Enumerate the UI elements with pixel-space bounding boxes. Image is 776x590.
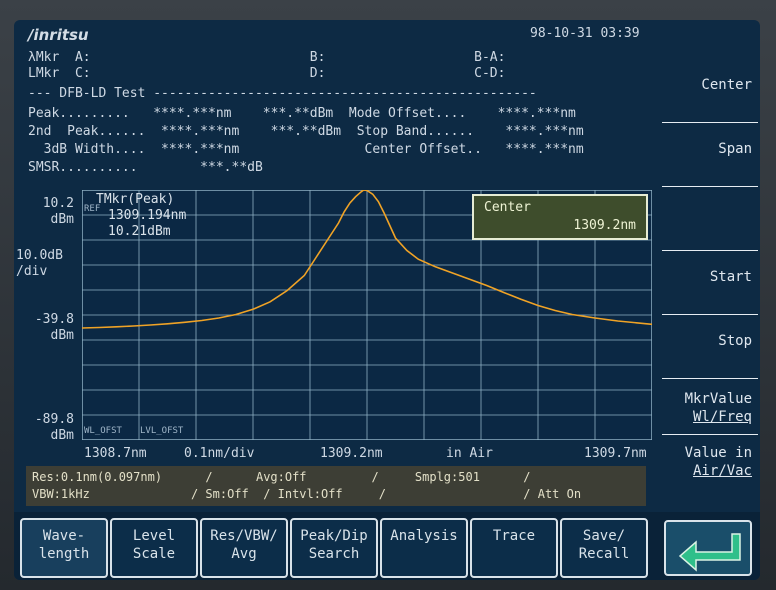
softkey-panel: Center Span Start Stop MkrValue Wl/Freq …	[658, 64, 760, 484]
tab-save-recall[interactable]: Save/Recall	[560, 518, 648, 578]
y-top-unit: dBm	[50, 212, 74, 227]
smsr-row: SMSR.......... ***.**dB	[28, 160, 263, 175]
y-mid-label: -39.8	[34, 312, 74, 327]
datetime: 98-10-31 03:39	[530, 26, 640, 41]
marker-wavelength: 1309.194nm	[108, 208, 187, 223]
softkey-center[interactable]: Center	[662, 64, 758, 123]
softkey-start[interactable]: Start	[662, 256, 758, 315]
tab-peak-dip-search[interactable]: Peak/Dip Search	[290, 518, 378, 578]
softkey-stop[interactable]: Stop	[662, 320, 758, 379]
tab-level-scale[interactable]: Level Scale	[110, 518, 198, 578]
status-line-1: Res:0.1nm(0.097nm) / Avg:Off / Smplg:501…	[32, 470, 531, 484]
softkey-value-in[interactable]: Value in Air/Vac	[662, 438, 758, 484]
y-top-label: 10.2	[42, 196, 74, 211]
width-row: 3dB Width.... ****.***nm Center Offset..…	[28, 142, 584, 157]
enter-button[interactable]	[664, 520, 752, 576]
function-tabs: Wave-length Level Scale Res/VBW/Avg Peak/…	[14, 512, 760, 580]
marker-level: 10.21dBm	[108, 224, 171, 239]
peak-row: Peak......... ****.***nm ***.**dBm Mode …	[28, 106, 576, 121]
tab-analysis[interactable]: Analysis	[380, 518, 468, 578]
x-center-label: 1309.2nm	[320, 446, 383, 461]
x-div-label: 0.1nm/div	[184, 446, 255, 461]
lvl-offset-label: LVL_OFST	[140, 426, 184, 436]
softkey-span[interactable]: Span	[662, 128, 758, 187]
y-mid-unit: dBm	[50, 328, 74, 343]
marker-readout: TMkr(Peak) 1309.194nm 10.21dBm	[96, 192, 186, 240]
return-arrow-icon	[678, 533, 741, 572]
x-medium-label: in Air	[446, 446, 493, 461]
tab-wavelength[interactable]: Wave-length	[20, 518, 108, 578]
analyzer-screen: /inritsu 98-10-31 03:39 λMkr A: B: B-A: …	[14, 20, 760, 580]
y-bottom-unit: dBm	[50, 428, 74, 443]
status-line-2: VBW:1kHz / Sm:Off / Intvl:Off / / Att On	[32, 487, 582, 501]
tab-res-vbw-avg[interactable]: Res/VBW/Avg	[200, 518, 288, 578]
center-box-title: Center	[484, 200, 531, 215]
marker-row-2: LMkr C: D: C-D:	[28, 66, 506, 81]
x-stop-label: 1309.7nm	[584, 446, 647, 461]
y-scale-unit: /div	[16, 264, 48, 279]
softkey-mkr-value[interactable]: MkrValue Wl/Freq	[662, 384, 758, 435]
status-panel: Res:0.1nm(0.097nm) / Avg:Off / Smplg:501…	[26, 466, 646, 506]
center-box-value: 1309.2nm	[573, 218, 636, 233]
marker-row-1: λMkr A: B: B-A:	[28, 50, 506, 65]
wl-offset-label: WL_OFST	[84, 426, 122, 436]
y-scale-label: 10.0dB	[16, 248, 63, 263]
softkey-blank[interactable]	[662, 192, 758, 251]
brand-logo: /inritsu	[28, 26, 89, 44]
y-bottom-label: -89.8	[34, 412, 74, 427]
center-value-box[interactable]: Center 1309.2nm	[472, 194, 648, 240]
test-title-row: --- DFB-LD Test ------------------------…	[28, 86, 537, 101]
x-start-label: 1308.7nm	[84, 446, 147, 461]
tab-trace[interactable]: Trace	[470, 518, 558, 578]
second-peak-row: 2nd Peak...... ****.***nm ***.**dBm Stop…	[28, 124, 584, 139]
marker-label: TMkr(Peak)	[96, 192, 175, 207]
